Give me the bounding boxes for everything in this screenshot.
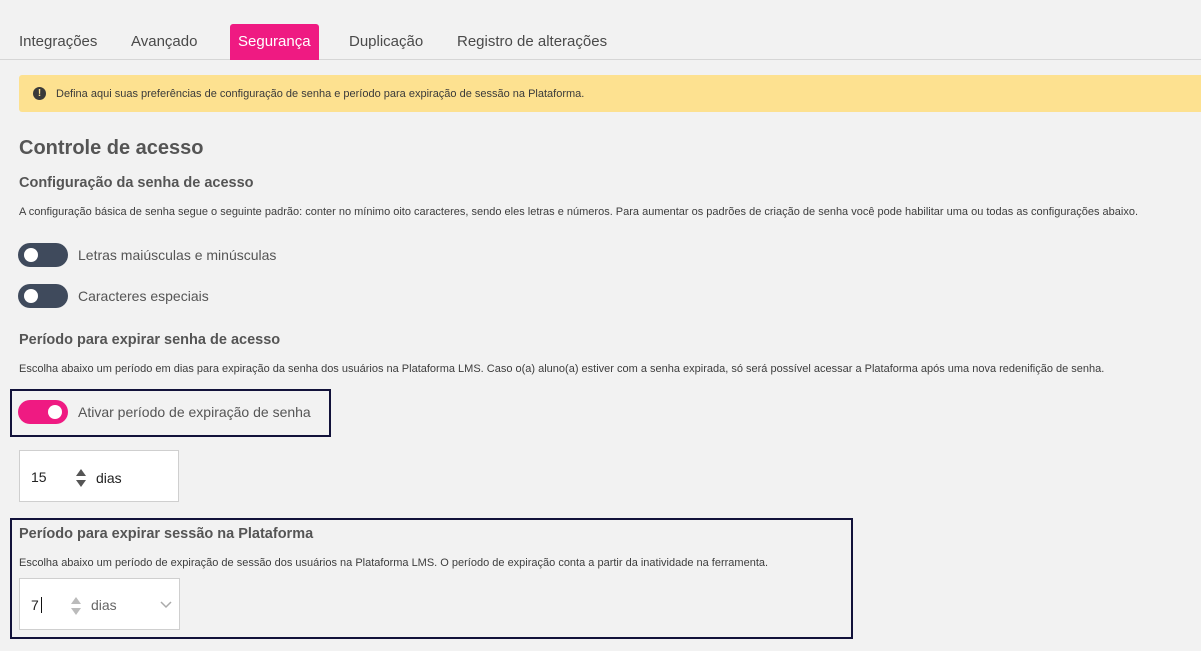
toggle-knob [24, 248, 38, 262]
password-expiration-days-input[interactable]: 15 dias [19, 450, 179, 502]
number-spinner-icon[interactable] [71, 596, 81, 616]
toggle-enable-password-expiration-label: Ativar período de expiração de senha [78, 404, 311, 420]
session-expiration-days-value: 7 [31, 597, 39, 613]
text-caret [41, 597, 42, 613]
number-spinner-icon[interactable] [76, 468, 86, 488]
tab-duplicacao[interactable]: Duplicação [349, 24, 423, 60]
password-expiration-unit: dias [96, 470, 122, 486]
tab-registro-de-alteracoes[interactable]: Registro de alterações [457, 24, 607, 60]
password-expiration-description: Escolha abaixo um período em dias para e… [19, 363, 1105, 375]
session-expiration-unit: dias [91, 597, 117, 613]
password-config-description: A configuração básica de senha segue o s… [19, 206, 1139, 218]
password-expiration-title: Período para expirar senha de acesso [19, 332, 281, 348]
tab-avancado[interactable]: Avançado [131, 24, 197, 60]
toggle-special-characters-label: Caracteres especiais [78, 288, 209, 304]
toggle-special-characters[interactable] [18, 284, 68, 308]
section-title: Controle de acesso [19, 137, 204, 159]
toggle-uppercase-lowercase[interactable] [18, 243, 68, 267]
toggle-knob [48, 405, 62, 419]
password-expiration-days-value: 15 [31, 469, 47, 485]
tab-integracoes[interactable]: Integrações [19, 24, 97, 60]
settings-tabs: Integrações Avançado Segurança Duplicaçã… [0, 24, 1201, 60]
toggle-enable-password-expiration[interactable] [18, 400, 68, 424]
info-alert: ! Defina aqui suas preferências de confi… [19, 75, 1201, 112]
toggle-knob [24, 289, 38, 303]
chevron-down-icon[interactable] [160, 601, 172, 609]
alert-text: Defina aqui suas preferências de configu… [56, 87, 585, 100]
password-config-title: Configuração da senha de acesso [19, 175, 254, 191]
exclamation-circle-icon: ! [33, 87, 46, 100]
session-expiration-days-input[interactable]: 7 dias [19, 578, 180, 630]
tab-seguranca[interactable]: Segurança [230, 24, 319, 60]
session-expiration-description: Escolha abaixo um período de expiração d… [19, 557, 769, 569]
session-expiration-title: Período para expirar sessão na Plataform… [19, 526, 314, 542]
toggle-uppercase-lowercase-label: Letras maiúsculas e minúsculas [78, 247, 277, 263]
